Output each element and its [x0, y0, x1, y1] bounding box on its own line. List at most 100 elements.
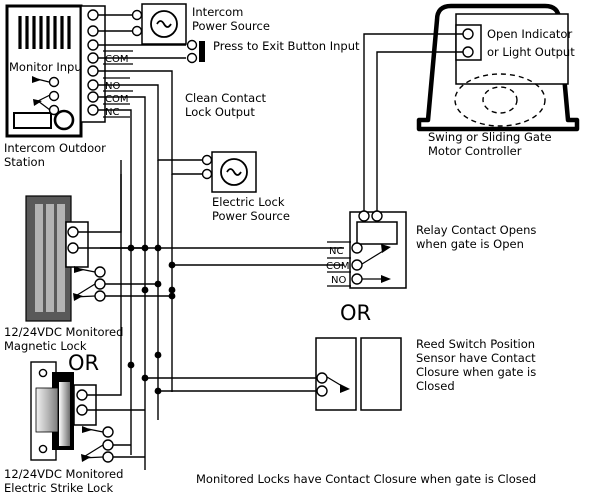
terminal-5[interactable] [87, 65, 99, 77]
electric-lock-power-terminal-1[interactable] [201, 154, 213, 166]
junction-dot [154, 387, 162, 395]
terminal-1[interactable] [87, 9, 99, 21]
junction-dot [168, 261, 176, 269]
terminal-4[interactable] [87, 52, 99, 64]
intercom-nameplate [13, 112, 52, 129]
open-indicator-label-line2: or Light Output [487, 45, 575, 59]
electric-lock-power-terminal-2[interactable] [201, 168, 213, 180]
reed-switch-label-line4: Closed [416, 379, 455, 393]
open-indicator-terminal-1[interactable] [462, 28, 474, 40]
wiring-diagram-svg: Monitor Input COM NO COM NC Intercom Out… [4, 3, 580, 495]
terminal-label-com-2: COM [105, 94, 128, 105]
maglock-stripe-2 [46, 204, 54, 312]
gate-controller-caption-line1: Swing or Sliding Gate [428, 130, 552, 144]
or-label-locks: OR [68, 351, 99, 375]
internal-contact-terminal-1 [48, 76, 60, 88]
maglock-power-terminal-1[interactable] [67, 226, 79, 238]
gate-motor-controller[interactable]: Open Indicator or Light Output [416, 3, 580, 132]
maglock-contact-terminal-1[interactable] [94, 266, 106, 278]
junction-dot [168, 286, 176, 294]
open-indicator-label-line1: Open Indicator [487, 27, 572, 41]
reed-switch-terminal-2[interactable] [316, 385, 328, 397]
intercom-outdoor-station[interactable]: Monitor Input [5, 4, 87, 138]
maglock-stripe-1 [35, 204, 43, 312]
strike-contact-terminal-1[interactable] [102, 426, 114, 438]
relay-label-line1: Relay Contact Opens [416, 223, 536, 237]
reed-switch-label-line1: Reed Switch Position [416, 337, 535, 351]
press-exit-terminal-1[interactable] [186, 39, 198, 51]
strike-keeper-plate [35, 387, 59, 433]
reed-switch-label-line3: Closure when gate is [416, 365, 536, 379]
or-label-relay-reed: OR [340, 301, 371, 325]
maglock-power-terminal-2[interactable] [67, 242, 79, 254]
intercom-power-label-line2: Power Source [192, 19, 270, 33]
strike-contact-terminal-2[interactable] [102, 439, 114, 451]
reed-switch-terminal-1[interactable] [316, 372, 328, 384]
internal-contact-terminal-3 [48, 104, 60, 116]
intercom-power-label-line1: Intercom [192, 5, 243, 19]
strike-screw-bottom-icon [38, 444, 48, 454]
maglock-stripe-3 [57, 204, 65, 312]
relay-label-line2: when gate is Open [416, 237, 524, 251]
terminal-2[interactable] [87, 25, 99, 37]
press-to-exit-input[interactable]: Press to Exit Button Input [98, 39, 360, 64]
press-exit-terminal-2[interactable] [186, 52, 198, 64]
call-button-icon[interactable] [53, 109, 75, 131]
strike-contact-terminal-3[interactable] [102, 451, 114, 463]
maglock-contact-terminal-3[interactable] [94, 290, 106, 302]
relay-label-no: NO [331, 275, 346, 286]
footer-note: Monitored Locks have Contact Closure whe… [196, 472, 536, 486]
internal-contact-terminal-2 [48, 90, 60, 102]
terminal-label-nc: NC [105, 107, 119, 118]
terminal-6-no[interactable] [87, 79, 99, 91]
press-to-exit-label: Press to Exit Button Input [213, 39, 360, 53]
intercom-power-source[interactable] [98, 3, 187, 45]
relay-coil-terminal-2[interactable] [371, 210, 383, 222]
relay-label-nc: NC [329, 246, 343, 257]
wiring-diagram-canvas: Monitor Input COM NO COM NC Intercom Out… [0, 0, 596, 500]
intercom-caption-line1: Intercom Outdoor [4, 141, 106, 155]
terminal-label-no: NO [105, 81, 120, 92]
terminal-7-com[interactable] [87, 91, 99, 103]
intercom-power-terminal-1[interactable] [131, 9, 143, 21]
intercom-caption-line2: Station [4, 155, 45, 169]
reed-switch-sensor[interactable] [315, 337, 402, 411]
wire-junctions [127, 244, 176, 395]
electric-strike-caption-line2: Electric Strike Lock [4, 481, 114, 495]
junction-dot [168, 292, 176, 300]
electric-lock-power-label-line2: Power Source [212, 209, 290, 223]
bus-horizontal-wires [100, 247, 344, 392]
strike-power-terminal-2[interactable] [76, 404, 88, 416]
push-button-icon[interactable] [199, 41, 205, 62]
relay-coil-terminal-1[interactable] [358, 210, 370, 222]
clean-contact-label-line2: Lock Output [185, 105, 255, 119]
junction-dot [154, 244, 162, 252]
electric-lock-power-source[interactable] [201, 151, 257, 193]
strike-power-terminal-1[interactable] [76, 389, 88, 401]
relay-terminal-com[interactable] [351, 259, 363, 271]
strike-ramp [59, 382, 70, 446]
junction-dot [154, 280, 162, 288]
reed-switch-magnet [360, 337, 402, 411]
relay-coil-block [356, 221, 398, 245]
relay-terminal-nc[interactable] [351, 242, 363, 254]
relay-terminal-no[interactable] [351, 273, 363, 285]
strike-screw-top-icon [38, 368, 48, 378]
intercom-power-terminal-2[interactable] [131, 25, 143, 37]
electric-strike-caption-line1: 12/24VDC Monitored [4, 467, 123, 481]
electric-lock-power-label-line1: Electric Lock [212, 195, 285, 209]
magnetic-lock[interactable] [25, 160, 176, 322]
terminal-8-nc[interactable] [87, 104, 99, 116]
intercom-terminal-strip[interactable]: COM NO COM NC [80, 5, 133, 123]
monitor-input-label: Monitor Input [9, 60, 87, 74]
junction-dot [127, 361, 135, 369]
junction-dot [154, 351, 162, 359]
reed-switch-label-line2: Sensor have Contact [416, 351, 536, 365]
clean-contact-label-line1: Clean Contact [185, 91, 267, 105]
junction-dot [141, 374, 149, 382]
terminal-3[interactable] [87, 39, 99, 51]
junction-dot [141, 286, 149, 294]
open-indicator-terminal-2[interactable] [462, 46, 474, 58]
maglock-contact-terminal-2[interactable] [94, 278, 106, 290]
relay-contact-module[interactable]: NC COM NO [326, 210, 407, 289]
